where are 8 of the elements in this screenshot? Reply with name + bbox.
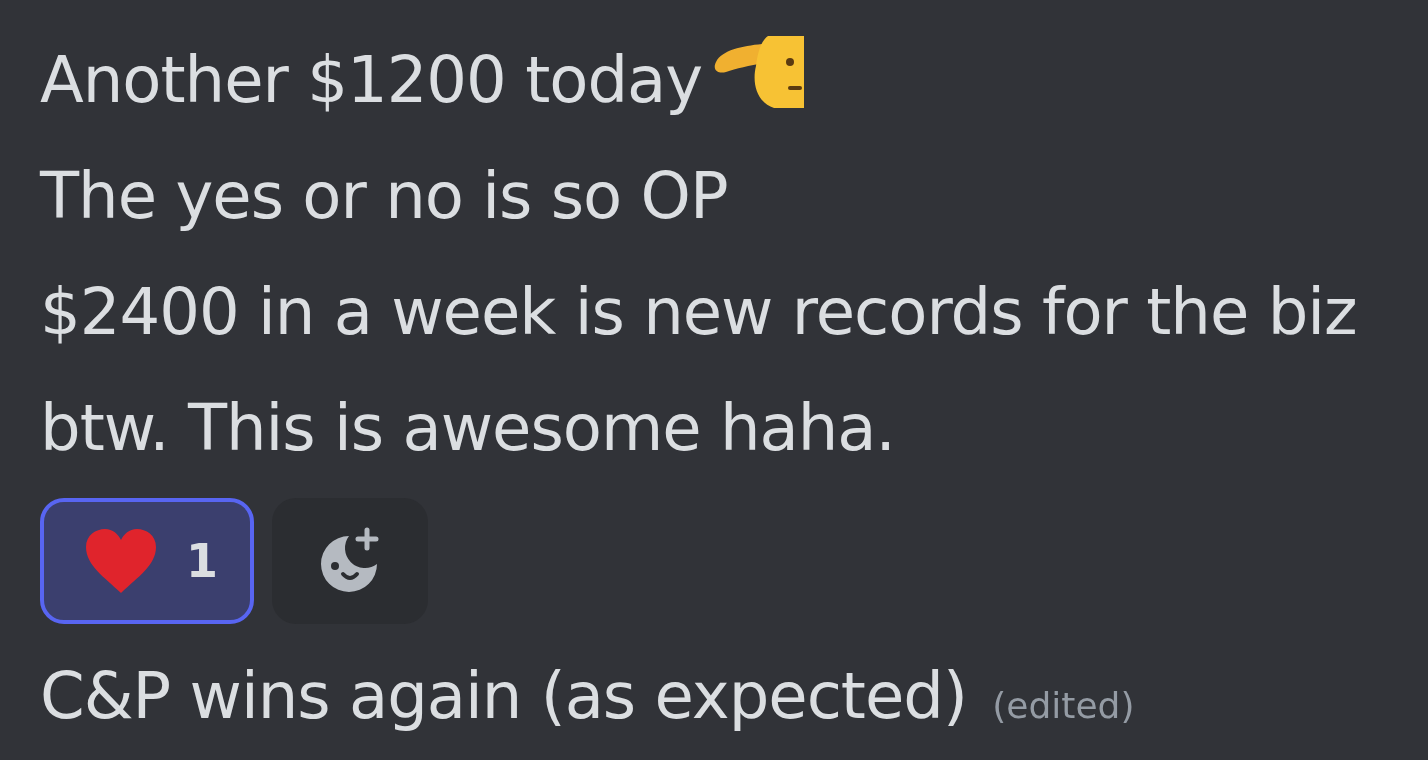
heart-icon: [84, 527, 158, 595]
reaction-button[interactable]: 1: [40, 498, 254, 624]
message-text: The yes or no is so OP: [40, 159, 728, 233]
edited-label: (edited): [992, 685, 1135, 726]
message-text: Another $1200 today: [40, 43, 703, 117]
add-reaction-button[interactable]: [272, 498, 428, 624]
message-text: C&P wins again (as expected): [40, 659, 967, 733]
message-text: $2400 in a week is new records for the biz btw. This is awesome haha.: [40, 275, 1357, 465]
